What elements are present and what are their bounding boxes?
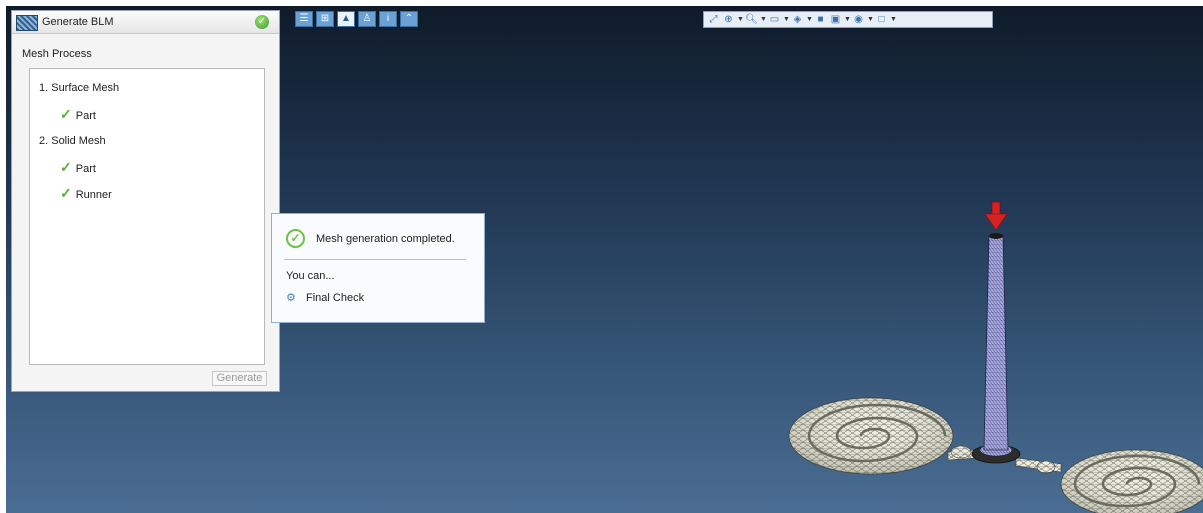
panel-header: Generate BLM ✓ bbox=[12, 11, 279, 34]
fit-view-icon[interactable]: ⤢ bbox=[707, 14, 720, 26]
left-cavity bbox=[788, 397, 954, 475]
gate-arrow-icon bbox=[984, 201, 1008, 231]
tree-step-surface-mesh[interactable]: 1. Surface Mesh bbox=[39, 82, 119, 94]
display-toolbar: ⤢ ⊕ ▼ 🔍︎ ▼ ▭ ▼ ◈ ▼ ■ ▣ ▼ ◉ ▼ □ ▼ bbox=[703, 11, 993, 28]
all-label-icon[interactable]: ▣ bbox=[829, 14, 842, 26]
mesh-complete-popup: ✓ Mesh generation completed. You can... … bbox=[271, 213, 485, 323]
notification-prompt: You can... bbox=[286, 270, 335, 282]
chevron-down-icon[interactable]: ▼ bbox=[737, 16, 744, 23]
chevron-down-icon[interactable]: ▼ bbox=[806, 16, 813, 23]
tree-step-solid-mesh[interactable]: 2. Solid Mesh bbox=[39, 135, 106, 147]
tree-item-label: Part bbox=[75, 110, 96, 122]
frame-icon[interactable]: □ bbox=[875, 14, 888, 26]
view-cube-icon[interactable]: ▭ bbox=[768, 14, 781, 26]
chevron-down-icon[interactable]: ▼ bbox=[867, 16, 874, 23]
zoom-icon[interactable]: 🔍︎ bbox=[745, 14, 758, 26]
divider bbox=[284, 259, 466, 260]
final-check-icon: ⚙ bbox=[286, 292, 296, 304]
check-icon: ✓ bbox=[60, 106, 72, 122]
final-check-label: Final Check bbox=[306, 292, 365, 304]
display-mode-icon[interactable]: ◈ bbox=[791, 14, 804, 26]
collapse-icon[interactable]: ⌃ bbox=[400, 11, 418, 27]
mesh-logo-icon bbox=[16, 15, 38, 31]
right-cavity bbox=[1060, 449, 1203, 513]
section-label: Mesh Process bbox=[22, 48, 92, 60]
tree-item-label: Runner bbox=[75, 189, 112, 201]
final-check-link[interactable]: ⚙ Final Check bbox=[286, 292, 364, 304]
chevron-down-icon[interactable]: ▼ bbox=[760, 16, 767, 23]
generate-button[interactable]: Generate bbox=[212, 371, 267, 386]
chevron-down-icon[interactable]: ▼ bbox=[844, 16, 851, 23]
mesh-model[interactable] bbox=[776, 196, 1203, 513]
model-icon[interactable]: ▲ bbox=[337, 11, 355, 27]
3d-viewport[interactable]: Generate BLM ✓ Mesh Process 1. Surface M… bbox=[6, 6, 1203, 513]
check-icon: ✓ bbox=[60, 159, 72, 175]
tree-item-solid-part[interactable]: ✓ Part bbox=[60, 159, 96, 176]
view-toolbar: ☰ ⊞ ▲ ♙ i ⌃ bbox=[295, 11, 418, 27]
generate-blm-panel: Generate BLM ✓ Mesh Process 1. Surface M… bbox=[11, 10, 280, 392]
tree-item-runner[interactable]: ✓ Runner bbox=[60, 185, 112, 202]
mesh-process-tree: 1. Surface Mesh ✓ Part 2. Solid Mesh ✓ Par… bbox=[29, 68, 265, 365]
visibility-icon[interactable]: ◉ bbox=[852, 14, 865, 26]
plane-icon[interactable]: ■ bbox=[814, 14, 827, 26]
sprue bbox=[983, 235, 1009, 451]
success-check-icon: ✓ bbox=[286, 229, 305, 248]
notification-message: Mesh generation completed. bbox=[316, 233, 455, 245]
tree-icon[interactable]: ⊞ bbox=[316, 11, 334, 27]
rotate-center-icon[interactable]: ⊕ bbox=[722, 14, 735, 26]
tree-item-label: Part bbox=[75, 163, 96, 175]
panel-title: Generate BLM bbox=[42, 16, 114, 28]
list-icon[interactable]: ☰ bbox=[295, 11, 313, 27]
status-check-icon: ✓ bbox=[255, 15, 269, 29]
chevron-down-icon[interactable]: ▼ bbox=[890, 16, 897, 23]
tree-item-surface-part[interactable]: ✓ Part bbox=[60, 106, 96, 123]
check-icon: ✓ bbox=[60, 185, 72, 201]
info-icon[interactable]: i bbox=[379, 11, 397, 27]
gate-icon[interactable]: ♙ bbox=[358, 11, 376, 27]
chevron-down-icon[interactable]: ▼ bbox=[783, 16, 790, 23]
